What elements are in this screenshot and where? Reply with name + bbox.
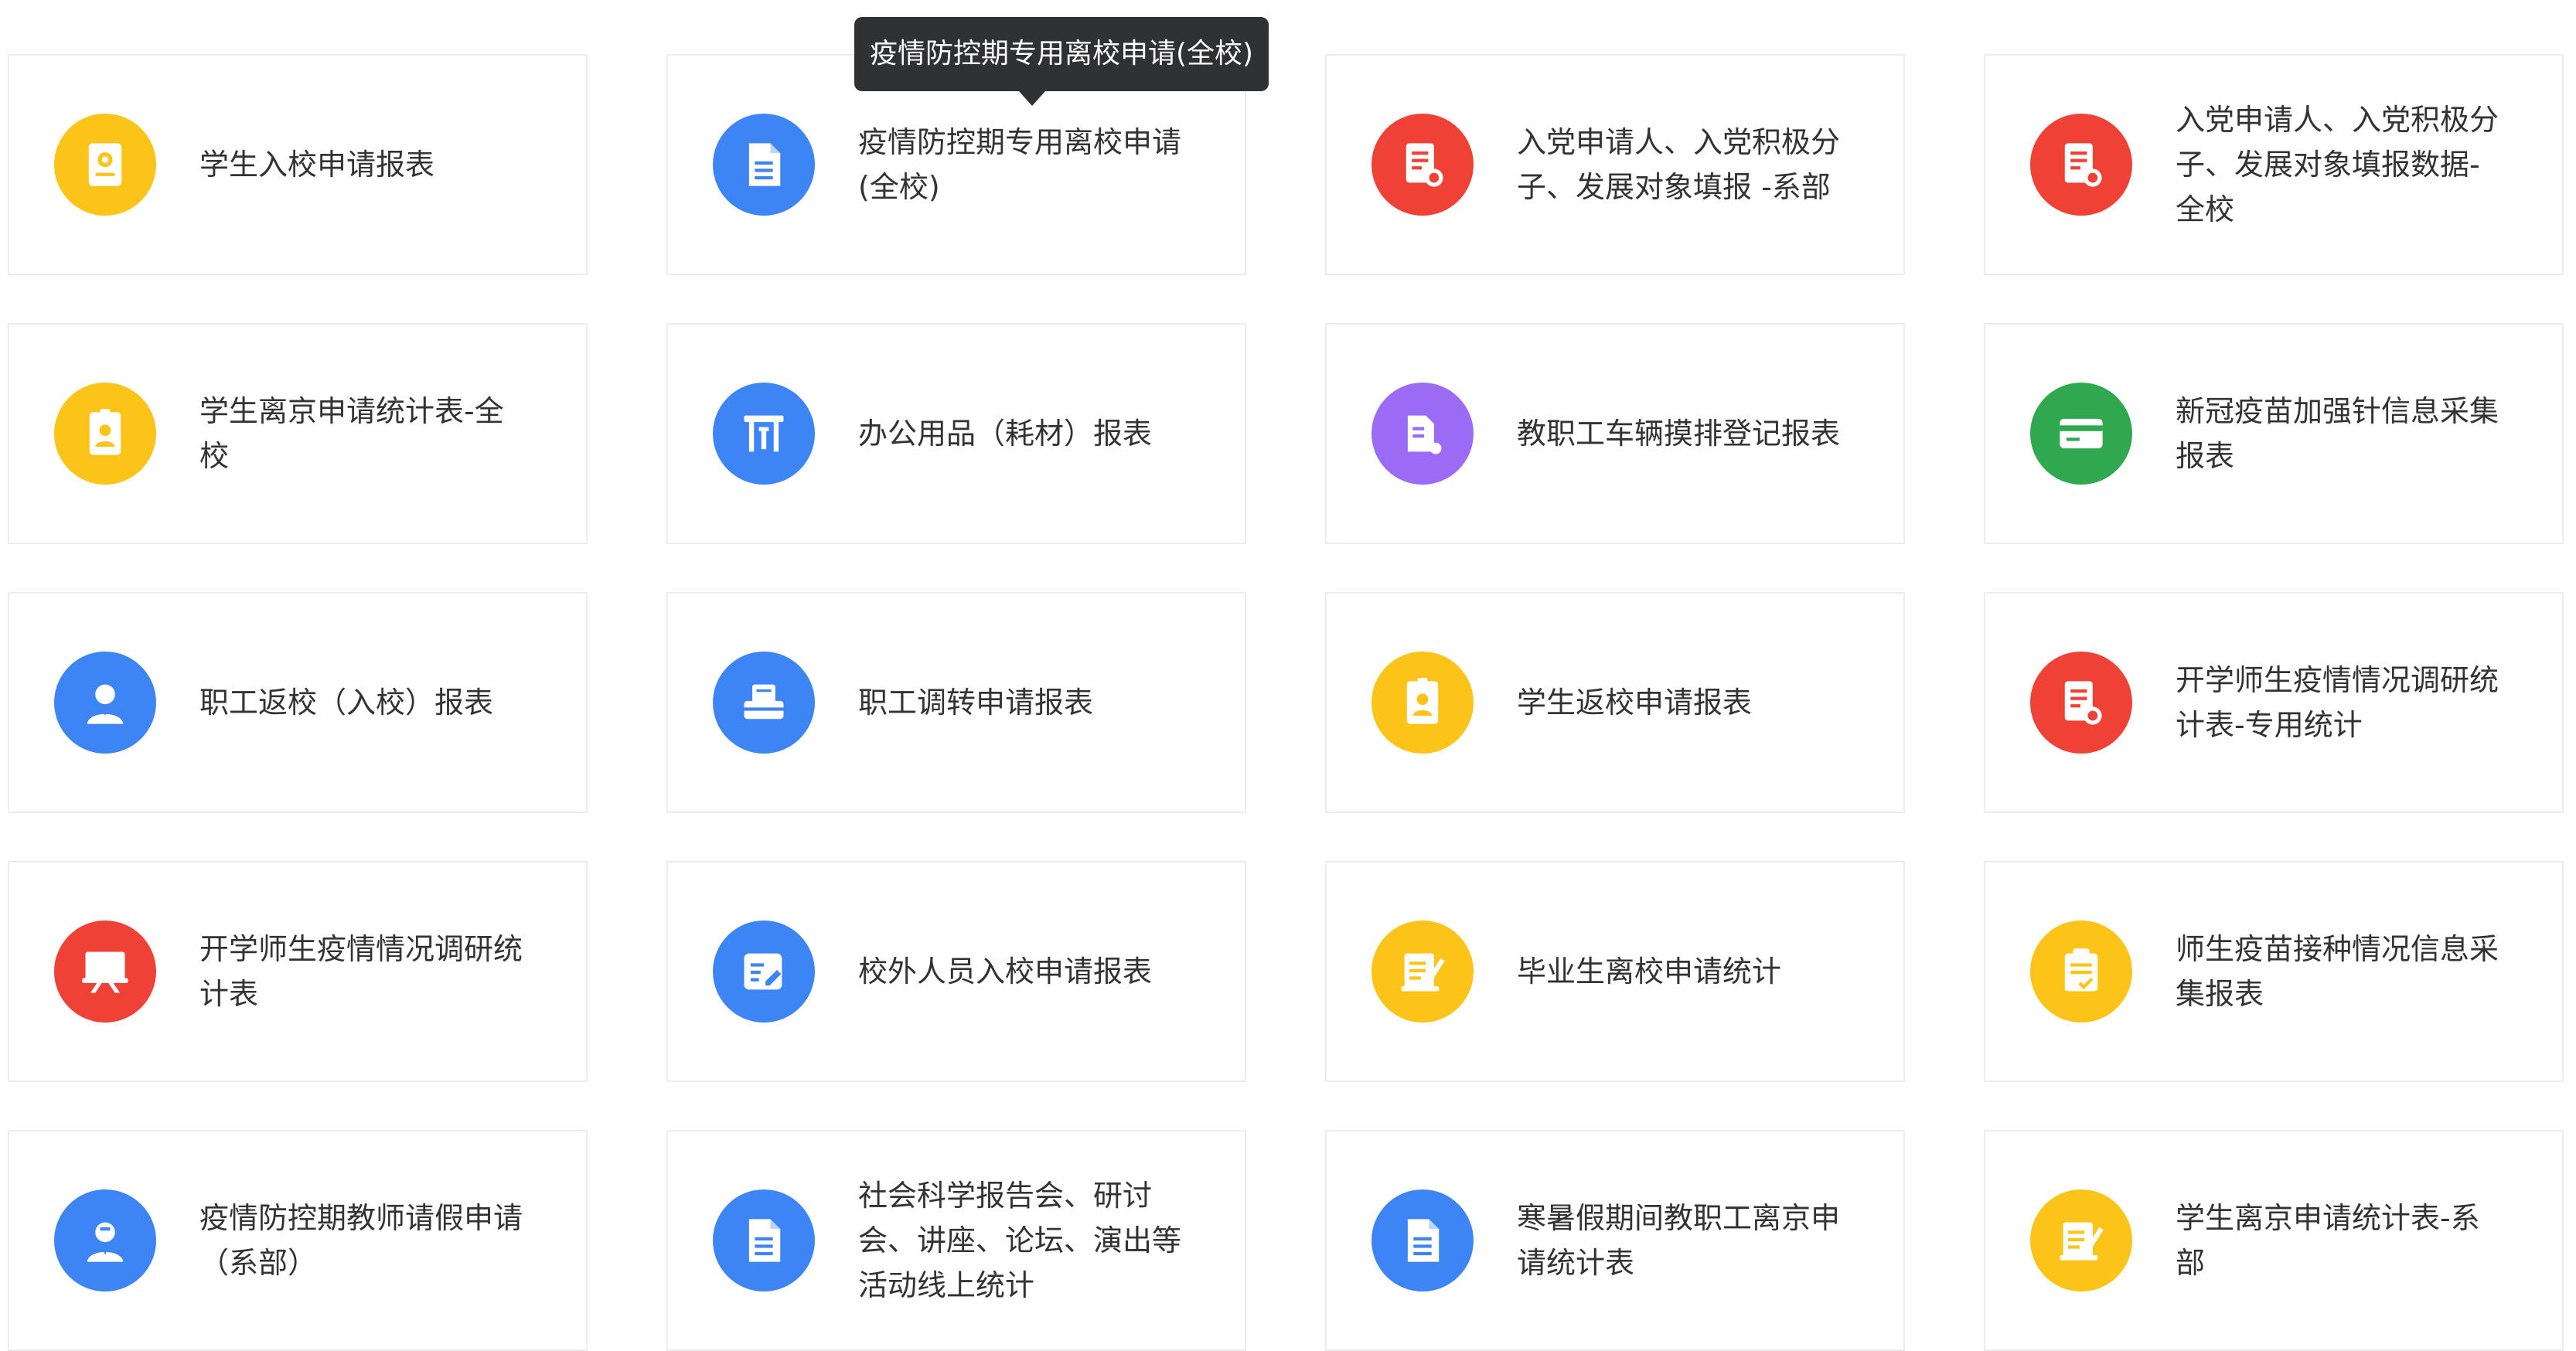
teacher-icon xyxy=(54,1189,156,1291)
notes-edit-icon xyxy=(1371,921,1474,1023)
report-card-label: 寒暑假期间教职工离京申请统计表 xyxy=(1517,1201,1841,1280)
report-card[interactable]: 校外人员入校申请报表 xyxy=(666,861,1246,1082)
report-card[interactable]: 学生返校申请报表 xyxy=(1325,592,1905,813)
form-badge-icon xyxy=(2030,114,2132,216)
report-card-label: 新冠疫苗加强针信息采集报表 xyxy=(2176,394,2499,473)
report-card-label: 疫情防控期专用离校申请(全校) xyxy=(858,125,1182,204)
report-card-label: 开学师生疫情情况调研统计表 xyxy=(199,932,523,1011)
report-card-label: 社会科学报告会、研讨会、讲座、论坛、演出等活动线上统计 xyxy=(858,1179,1182,1302)
report-card[interactable]: 办公用品（耗材）报表 xyxy=(666,323,1246,544)
presentation-icon xyxy=(54,921,156,1023)
report-card-label: 学生离京申请统计表-系部 xyxy=(2176,1201,2480,1280)
report-card[interactable]: 学生入校申请报表 xyxy=(8,54,588,275)
office-supplies-icon xyxy=(713,383,815,485)
report-card-label: 办公用品（耗材）报表 xyxy=(858,417,1153,451)
report-card-label: 职工调转申请报表 xyxy=(858,686,1094,720)
report-card-label: 入党申请人、入党积极分子、发展对象填报 -系部 xyxy=(1517,125,1841,204)
form-badge-icon xyxy=(1371,114,1474,216)
report-card[interactable]: 职工返校（入校）报表 xyxy=(8,592,588,813)
transfer-icon xyxy=(713,652,815,754)
report-card-label: 职工返校（入校）报表 xyxy=(199,686,494,720)
id-card-icon xyxy=(54,383,156,485)
report-card[interactable]: 教职工车辆摸排登记报表 xyxy=(1325,323,1905,544)
id-card-icon xyxy=(1371,652,1474,754)
vehicle-doc-icon xyxy=(1371,383,1474,485)
tooltip: 疫情防控期专用离校申请(全校) xyxy=(854,17,1269,91)
report-card[interactable]: 寒暑假期间教职工离京申请统计表 xyxy=(1325,1130,1905,1351)
report-card[interactable]: 入党申请人、入党积极分子、发展对象填报 -系部 xyxy=(1325,54,1905,275)
report-card-label: 入党申请人、入党积极分子、发展对象填报数据-全校 xyxy=(2176,103,2499,226)
report-card[interactable]: 职工调转申请报表 xyxy=(666,592,1246,813)
certificate-icon xyxy=(54,114,156,216)
report-card-label: 开学师生疫情情况调研统计表-专用统计 xyxy=(2176,663,2499,742)
report-card-label: 学生返校申请报表 xyxy=(1517,686,1753,720)
document-icon xyxy=(1371,1189,1474,1291)
form-badge-icon xyxy=(2030,652,2132,754)
card-icon xyxy=(2030,383,2132,485)
report-card[interactable]: 开学师生疫情情况调研统计表-专用统计 xyxy=(1984,592,2564,813)
report-card-label: 师生疫苗接种情况信息采集报表 xyxy=(2176,932,2499,1011)
report-card-label: 校外人员入校申请报表 xyxy=(858,955,1153,989)
document-icon xyxy=(713,1189,815,1291)
report-card[interactable]: 师生疫苗接种情况信息采集报表 xyxy=(1984,861,2564,1082)
report-card[interactable]: 疫情防控期教师请假申请（系部） xyxy=(8,1130,588,1351)
report-card-label: 学生入校申请报表 xyxy=(199,148,435,182)
report-card-label: 毕业生离校申请统计 xyxy=(1517,955,1782,989)
report-card-grid: 学生入校申请报表 疫情防控期专用离校申请(全校) 入党申请人、入党积极分子、发展对象… xyxy=(8,54,2564,1351)
report-card[interactable]: 学生离京申请统计表-系部 xyxy=(1984,1130,2564,1351)
notes-edit-icon xyxy=(2030,1189,2132,1291)
report-card[interactable]: 开学师生疫情情况调研统计表 xyxy=(8,861,588,1082)
document-icon xyxy=(713,114,815,216)
tooltip-arrow xyxy=(1018,90,1046,106)
report-card[interactable]: 入党申请人、入党积极分子、发展对象填报数据-全校 xyxy=(1984,54,2564,275)
report-card-label: 教职工车辆摸排登记报表 xyxy=(1517,417,1841,451)
staff-icon xyxy=(54,652,156,754)
report-card[interactable]: 学生离京申请统计表-全校 xyxy=(8,323,588,544)
report-card[interactable]: 毕业生离校申请统计 xyxy=(1325,861,1905,1082)
clipboard-check-icon xyxy=(2030,921,2132,1023)
report-card-label: 疫情防控期教师请假申请（系部） xyxy=(199,1201,523,1280)
edit-form-icon xyxy=(713,921,815,1023)
report-card[interactable]: 社会科学报告会、研讨会、讲座、论坛、演出等活动线上统计 xyxy=(666,1130,1246,1351)
report-card-label: 学生离京申请统计表-全校 xyxy=(199,394,504,473)
report-card[interactable]: 新冠疫苗加强针信息采集报表 xyxy=(1984,323,2564,544)
